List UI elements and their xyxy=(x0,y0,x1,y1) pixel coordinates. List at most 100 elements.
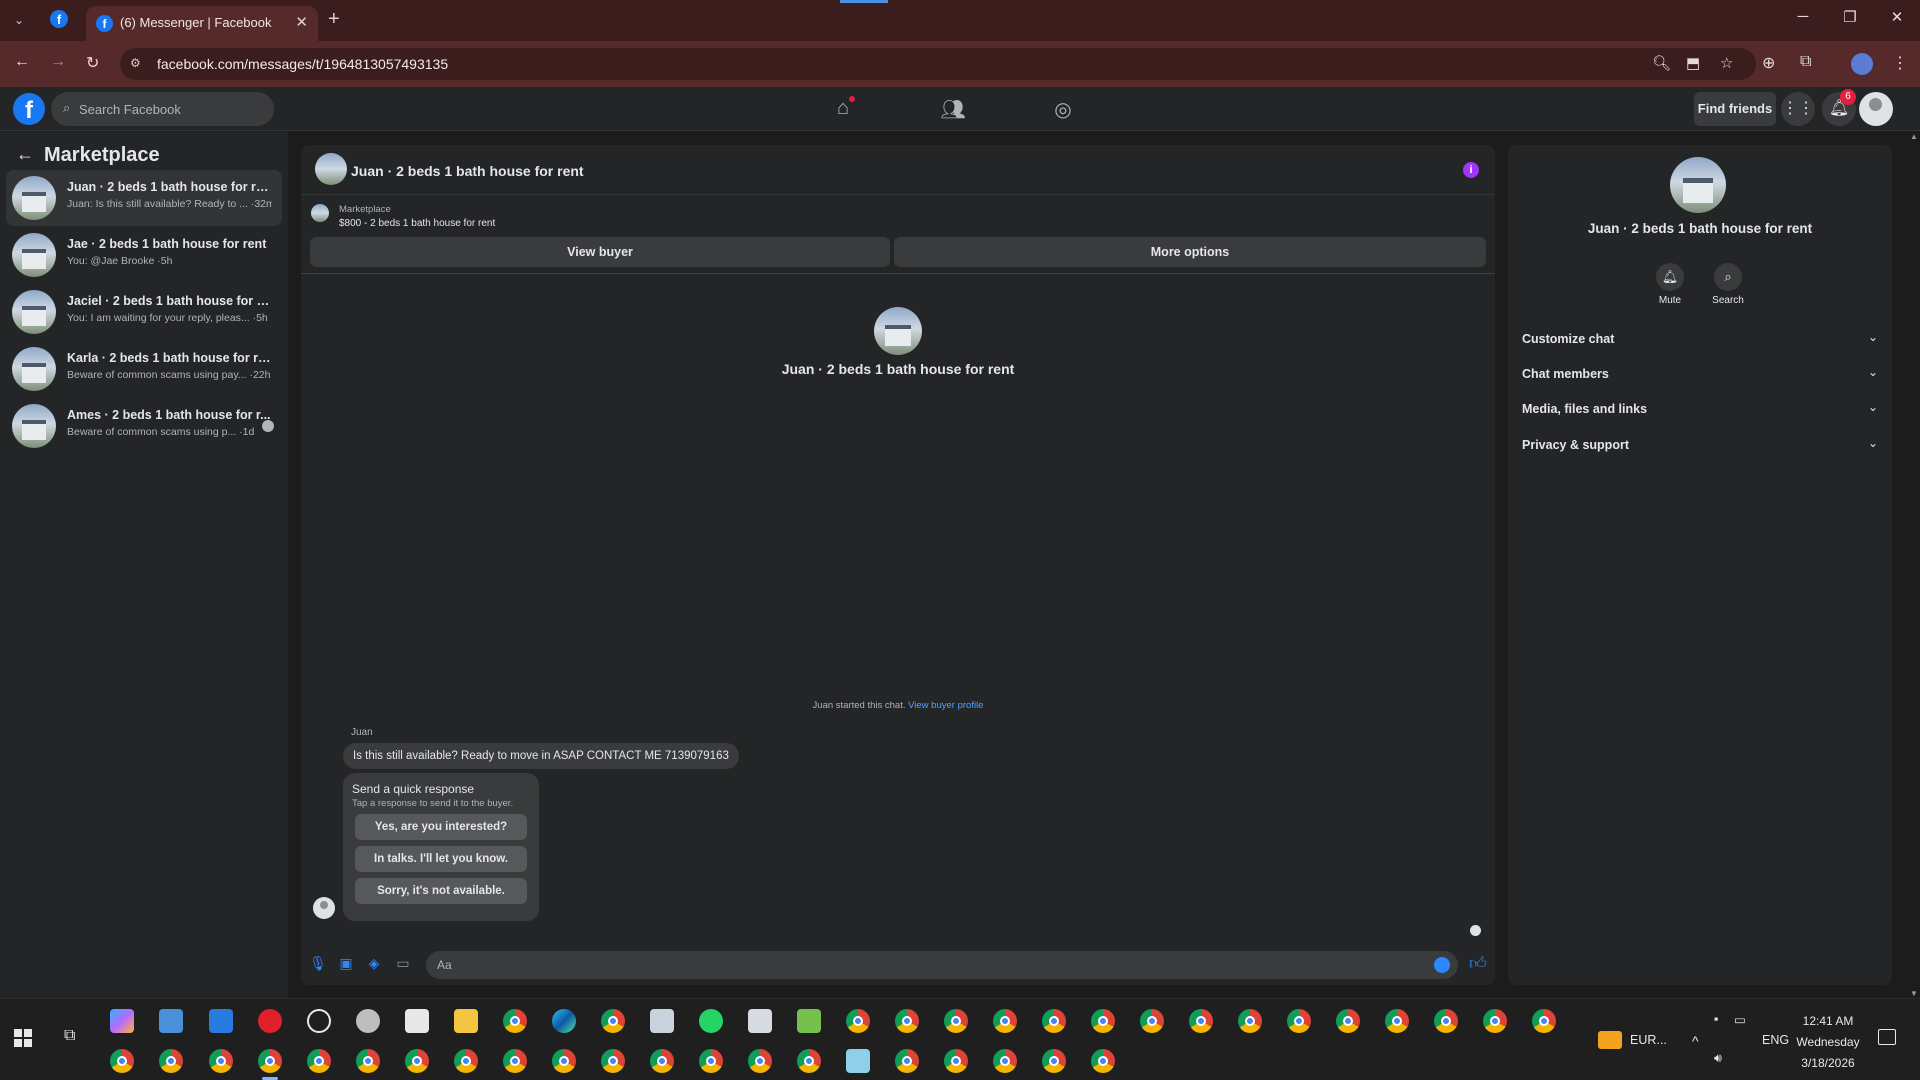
chrome-profile-icon[interactable] xyxy=(159,1049,183,1073)
chrome-profile-icon[interactable] xyxy=(209,1049,233,1073)
sender-avatar[interactable] xyxy=(313,897,335,919)
conversation-item[interactable]: Jae · 2 beds 1 bath house for rent You: … xyxy=(6,227,282,283)
more-options-button[interactable]: More options xyxy=(894,237,1486,267)
chrome-profile-icon[interactable] xyxy=(748,1049,772,1073)
chrome-profile-icon[interactable] xyxy=(797,1049,821,1073)
notepad-icon[interactable] xyxy=(846,1049,870,1073)
conversation-item[interactable]: Karla · 2 beds 1 bath house for rent Bew… xyxy=(6,341,282,397)
quick-reply-button[interactable]: In talks. I'll let you know. xyxy=(355,846,527,872)
conversation-item[interactable]: Ames · 2 beds 1 bath house for r... Bewa… xyxy=(6,398,282,454)
chrome-profile-icon[interactable] xyxy=(1189,1009,1213,1033)
chrome-profile-icon[interactable] xyxy=(405,1049,429,1073)
scroll-down-icon[interactable]: ▼ xyxy=(1910,989,1918,998)
find-friends-button[interactable]: Find friends xyxy=(1694,92,1776,126)
browser-profile-avatar[interactable] xyxy=(1851,53,1873,75)
conversation-item[interactable]: Juan · 2 beds 1 bath house for rent Juan… xyxy=(6,170,282,226)
microsoft-store-icon[interactable] xyxy=(159,1009,183,1033)
remote-app-icon[interactable] xyxy=(209,1009,233,1033)
chrome-profile-icon[interactable] xyxy=(699,1049,723,1073)
quick-reply-button[interactable]: Yes, are you interested? xyxy=(355,814,527,840)
chrome-profile-icon[interactable] xyxy=(1091,1049,1115,1073)
pinned-facebook-tab-icon[interactable]: f xyxy=(50,10,68,28)
chrome-profile-icon[interactable] xyxy=(1434,1009,1458,1033)
network-icon[interactable]: ▪ xyxy=(1714,1012,1718,1026)
microphone-icon[interactable]: 🎙︎ xyxy=(309,955,327,972)
whatsapp-icon[interactable] xyxy=(699,1009,723,1033)
quick-reply-button[interactable]: Sorry, it's not available. xyxy=(355,878,527,904)
tray-app-label[interactable]: EUR... xyxy=(1630,1033,1667,1047)
facebook-logo-icon[interactable]: f xyxy=(13,93,45,125)
chrome-profile-icon[interactable] xyxy=(552,1049,576,1073)
chrome-profile-icon[interactable] xyxy=(356,1049,380,1073)
bookmark-star-icon[interactable]: ☆ xyxy=(1720,54,1733,72)
mute-button[interactable]: 🔔︎ Mute xyxy=(1640,263,1700,306)
photo-icon[interactable]: ▣ xyxy=(337,955,355,972)
chrome-profile-icon[interactable] xyxy=(601,1049,625,1073)
customize-chat-section[interactable]: Customize chat ⌄ xyxy=(1518,325,1882,353)
scroll-up-icon[interactable]: ▲ xyxy=(1910,132,1918,141)
chrome-profile-icon[interactable] xyxy=(307,1049,331,1073)
media-files-links-section[interactable]: Media, files and links ⌄ xyxy=(1518,395,1882,423)
friends-icon[interactable]: 👥︎ xyxy=(938,97,968,122)
forward-icon[interactable]: → xyxy=(50,53,66,71)
show-hidden-icons-chevron[interactable]: ^ xyxy=(1692,1033,1699,1049)
chrome-profile-icon[interactable] xyxy=(1042,1049,1066,1073)
page-scrollbar[interactable]: ▲ ▼ xyxy=(1908,132,1920,998)
groups-icon[interactable]: ◎ xyxy=(1048,97,1078,122)
account-avatar[interactable] xyxy=(1859,92,1893,126)
security-shield-icon[interactable] xyxy=(405,1009,429,1033)
address-bar[interactable]: ⚙ facebook.com/messages/t/19648130574931… xyxy=(120,48,1756,80)
edge-icon[interactable] xyxy=(552,1009,576,1033)
spreadsheet-icon[interactable] xyxy=(797,1009,821,1033)
chrome-profile-icon[interactable] xyxy=(258,1049,282,1073)
app-window-icon[interactable] xyxy=(650,1009,674,1033)
chrome-profile-icon[interactable] xyxy=(601,1009,625,1033)
volume-icon[interactable]: 🔊︎ xyxy=(1714,1051,1722,1066)
chat-title[interactable]: Juan · 2 beds 1 bath house for rent xyxy=(351,163,584,179)
thumbs-up-icon[interactable]: 👍︎ xyxy=(1469,953,1487,974)
chrome-profile-icon[interactable] xyxy=(944,1049,968,1073)
chrome-icon[interactable] xyxy=(503,1009,527,1033)
install-app-icon[interactable]: ⬒ xyxy=(1686,54,1700,72)
chrome-profile-icon[interactable] xyxy=(503,1049,527,1073)
system-clock[interactable]: 12:41 AM Wednesday 3/18/2026 xyxy=(1790,1011,1866,1074)
new-tab-button[interactable]: + xyxy=(328,8,340,31)
chrome-profile-icon[interactable] xyxy=(1140,1009,1164,1033)
opera-icon[interactable] xyxy=(258,1009,282,1033)
windows-start-icon[interactable] xyxy=(14,1029,32,1047)
chrome-profile-icon[interactable] xyxy=(650,1049,674,1073)
currency-tray-icon[interactable] xyxy=(1598,1031,1622,1049)
chrome-profile-icon[interactable] xyxy=(454,1049,478,1073)
app-window-icon[interactable] xyxy=(748,1009,772,1033)
listing-banner[interactable]: Marketplace $800 - 2 beds 1 bath house f… xyxy=(301,196,1495,236)
chrome-profile-icon[interactable] xyxy=(993,1049,1017,1073)
tab-close-icon[interactable]: ✕ xyxy=(295,13,308,31)
settings-gear-icon[interactable] xyxy=(356,1009,380,1033)
chrome-profile-icon[interactable] xyxy=(846,1009,870,1033)
chrome-profile-icon[interactable] xyxy=(110,1049,134,1073)
close-window-icon[interactable]: ✕ xyxy=(1882,8,1912,26)
chrome-profile-icon[interactable] xyxy=(895,1049,919,1073)
translate-globe-icon[interactable]: ⊕ xyxy=(1762,53,1775,73)
chrome-profile-icon[interactable] xyxy=(993,1009,1017,1033)
extensions-icon[interactable]: ⧉ xyxy=(1800,53,1811,71)
privacy-support-section[interactable]: Privacy & support ⌄ xyxy=(1518,431,1882,459)
zoom-icon[interactable]: 🔍︎ xyxy=(1652,54,1671,72)
tab-search-chevron-icon[interactable]: ⌄ xyxy=(8,9,30,31)
input-language[interactable]: ENG xyxy=(1762,1033,1789,1047)
site-info-icon[interactable]: ⚙ xyxy=(130,56,146,72)
view-buyer-button[interactable]: View buyer xyxy=(310,237,890,267)
chat-header-avatar[interactable] xyxy=(315,153,347,185)
gif-icon[interactable]: ▭ xyxy=(394,955,412,972)
copilot-icon[interactable] xyxy=(110,1009,134,1033)
info-icon[interactable]: i xyxy=(1463,162,1479,178)
reload-icon[interactable]: ↻ xyxy=(86,53,99,73)
minimize-icon[interactable]: ─ xyxy=(1788,8,1818,25)
chatgpt-icon[interactable] xyxy=(307,1009,331,1033)
chrome-profile-icon[interactable] xyxy=(1042,1009,1066,1033)
conversation-item[interactable]: Jaciel · 2 beds 1 bath house for rent Yo… xyxy=(6,284,282,340)
emoji-icon[interactable] xyxy=(1434,957,1450,973)
active-tab[interactable]: f (6) Messenger | Facebook ✕ xyxy=(86,6,318,41)
back-icon[interactable]: ← xyxy=(14,53,30,71)
menu-grid-icon[interactable]: ⋮⋮ xyxy=(1781,92,1815,126)
